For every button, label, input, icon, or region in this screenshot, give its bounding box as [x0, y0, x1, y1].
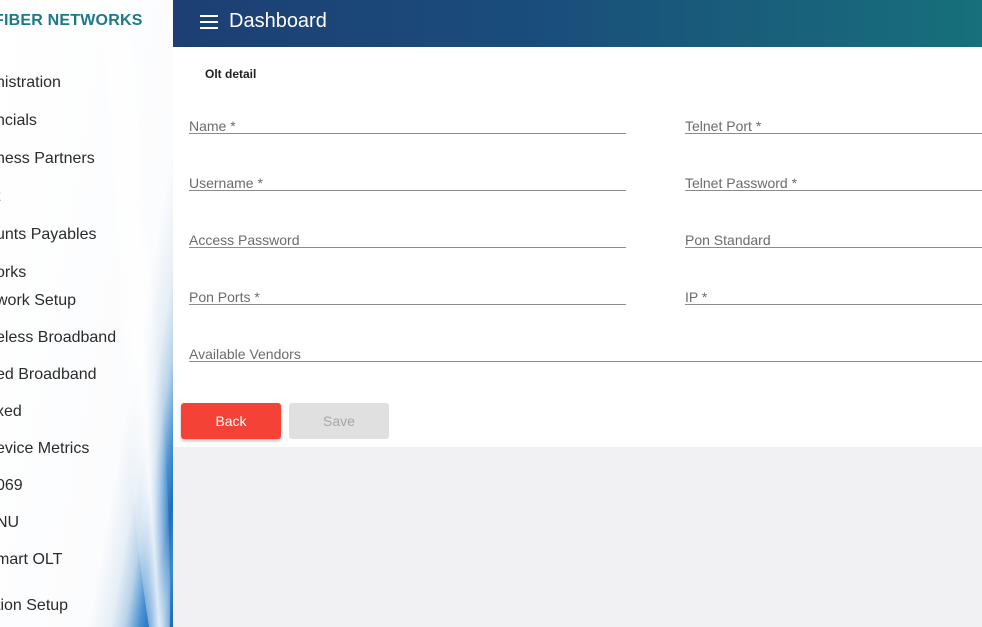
pon-ports-field[interactable]: Pon Ports *	[189, 272, 630, 306]
access-password-field[interactable]: Access Password	[189, 215, 630, 249]
telnet-password-input[interactable]	[685, 158, 982, 192]
telnet-port-field[interactable]: Telnet Port *	[685, 101, 982, 135]
sidebar-item-fixed[interactable]: xed	[0, 403, 22, 421]
sidebar-item-wired-broadband[interactable]: ed Broadband	[0, 366, 97, 384]
pon-standard-input[interactable]	[685, 215, 982, 249]
save-button[interactable]: Save	[289, 403, 389, 439]
olt-detail-form: Olt detail Name * Telnet Port * Username…	[173, 47, 982, 447]
sidebar-item-administration[interactable]: nistration	[0, 74, 61, 92]
access-password-input[interactable]	[189, 215, 630, 249]
pon-standard-field[interactable]: Pon Standard	[685, 215, 982, 249]
name-field[interactable]: Name *	[189, 101, 630, 135]
name-input[interactable]	[189, 101, 630, 135]
username-input[interactable]	[189, 158, 630, 192]
sidebar-item-tr069[interactable]: 069	[0, 477, 23, 495]
sidebar-item-onu[interactable]: NU	[0, 514, 19, 532]
username-field[interactable]: Username *	[189, 158, 630, 192]
sidebar-item-station-setup[interactable]: tion Setup	[0, 597, 68, 615]
form-section-title: Olt detail	[205, 67, 257, 81]
sidebar-item-device-metrics[interactable]: evice Metrics	[0, 440, 89, 458]
menu-icon[interactable]	[200, 15, 218, 29]
top-bar: Dashboard	[173, 0, 982, 47]
app: FIBER NETWORKS nistration ncials ness Pa…	[0, 0, 982, 627]
main-content: Dashboard Olt detail Name * Telnet Port …	[173, 0, 982, 627]
sidebar-item-business-partners[interactable]: ness Partners	[0, 150, 95, 168]
sidebar-item-network-setup[interactable]: work Setup	[0, 292, 76, 310]
available-vendors-input[interactable]	[189, 329, 982, 363]
sidebar-item-accounts-payables[interactable]: unts Payables	[0, 226, 97, 244]
sidebar: FIBER NETWORKS nistration ncials ness Pa…	[0, 0, 173, 627]
sidebar-item-networks[interactable]: orks	[0, 264, 26, 282]
sidebar-item-wireless-broadband[interactable]: eless Broadband	[0, 329, 116, 347]
page-title: Dashboard	[229, 10, 327, 32]
telnet-port-input[interactable]	[685, 101, 982, 135]
ip-field[interactable]: IP *	[685, 272, 982, 306]
available-vendors-field[interactable]: Available Vendors	[189, 329, 982, 363]
telnet-password-field[interactable]: Telnet Password *	[685, 158, 982, 192]
back-button[interactable]: Back	[181, 403, 281, 439]
sidebar-item-financials[interactable]: ncials	[0, 112, 37, 130]
ip-input[interactable]	[685, 272, 982, 306]
brand-name: FIBER NETWORKS	[0, 12, 143, 29]
sidebar-item-smart-olt[interactable]: mart OLT	[0, 551, 62, 569]
pon-ports-input[interactable]	[189, 272, 630, 306]
